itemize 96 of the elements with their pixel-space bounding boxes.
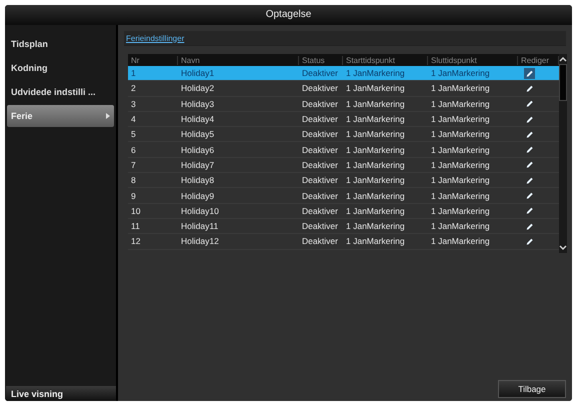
table-row[interactable]: 12 Holiday12 Deaktiver 1 JanMarkering 1 JanMarkering — [128, 234, 559, 250]
table-cell-text: Holiday4 — [180, 114, 216, 124]
table-cell-text: Holiday6 — [180, 144, 216, 155]
table-cell-text: 1 JanMarkering — [430, 68, 491, 78]
table-cell-text: Deaktiver — [301, 129, 339, 140]
table-cell-text: 1 JanMarkering — [345, 83, 406, 94]
table-cell-text: 1 JanMarkering — [345, 160, 406, 170]
sidebar-item[interactable]: Udvidede indstilli ... — [7, 81, 114, 103]
table-cell-text: 1 JanMarkering — [345, 221, 406, 232]
table-cell-text: Holiday3 — [180, 98, 216, 109]
tab[interactable]: Ferieindstillinger — [124, 31, 186, 45]
table-cell-text: 1 JanMarkering — [430, 114, 491, 124]
table-cell-text: Deaktiver — [301, 206, 339, 216]
back-button[interactable]: Tilbage — [498, 380, 566, 398]
table-cell-text: Holiday9 — [180, 190, 216, 201]
window-title: Optagelse — [5, 5, 572, 25]
table-cell-text: 1 JanMarkering — [430, 98, 491, 109]
table-cell-text: Deaktiver — [301, 68, 339, 78]
table-row[interactable]: 7 Holiday7 Deaktiver 1 JanMarkering 1 JanMarkering — [128, 158, 559, 174]
column-header: Status — [299, 56, 343, 64]
table-row[interactable]: 5 Holiday5 Deaktiver 1 JanMarkering 1 JanMarkering — [128, 127, 559, 142]
table-row[interactable]: 10 Holiday10 Deaktiver 1 JanMarkering 1 JanMarkering — [128, 204, 559, 219]
table-cell-text: 1 JanMarkering — [430, 190, 491, 201]
column-header: Starttidspunkt — [343, 56, 428, 64]
scrollbar[interactable] — [559, 54, 567, 253]
table-cell-text: 6 — [130, 144, 137, 155]
edit-icon[interactable] — [524, 68, 535, 79]
table-cell-text: Holiday7 — [180, 160, 216, 170]
table-cell-text: Deaktiver — [301, 83, 339, 94]
table-cell-text: 1 JanMarkering — [345, 206, 406, 216]
table-cell-text: Deaktiver — [301, 114, 339, 124]
table-cell-text: 1 JanMarkering — [345, 114, 406, 124]
table-cell-text: 1 JanMarkering — [345, 236, 406, 246]
table-cell-text: 1 JanMarkering — [430, 236, 491, 246]
table-cell-text: Holiday10 — [180, 206, 220, 216]
table-cell-text: 11 — [130, 221, 141, 232]
table-cell-text: 1 JanMarkering — [430, 221, 491, 232]
edit-icon[interactable] — [524, 190, 535, 202]
table-row[interactable]: 8 Holiday8 Deaktiver 1 JanMarkering 1 JanMarkering — [128, 173, 559, 188]
edit-icon[interactable] — [524, 144, 535, 156]
table-cell-text: Deaktiver — [301, 221, 339, 232]
live-view-button[interactable]: Live visning — [6, 386, 116, 401]
table-cell-text: 1 JanMarkering — [345, 129, 406, 140]
table-cell-text: 8 — [130, 175, 137, 186]
table-cell-text: 1 JanMarkering — [430, 175, 491, 186]
sidebar-item[interactable]: Kodning — [7, 57, 114, 79]
sidebar-item[interactable]: Tidsplan — [7, 33, 114, 55]
table-cell-text: Holiday12 — [180, 236, 220, 246]
scroll-thumb[interactable] — [559, 64, 567, 101]
table-row[interactable]: 11 Holiday11 Deaktiver 1 JanMarkering 1 JanMarkering — [128, 218, 559, 234]
scroll-up-icon[interactable] — [559, 56, 567, 62]
edit-icon[interactable] — [524, 205, 535, 216]
table-cell-text: Holiday8 — [180, 175, 216, 186]
table-row[interactable]: 4 Holiday4 Deaktiver 1 JanMarkering 1 JanMarkering — [128, 112, 559, 128]
table-cell-text: 1 JanMarkering — [345, 144, 406, 155]
table-cell-text: Deaktiver — [301, 98, 339, 109]
table-cell-text: 1 JanMarkering — [345, 98, 406, 109]
table-cell-text: 1 JanMarkering — [430, 144, 491, 155]
table-cell-text: 2 — [130, 83, 137, 94]
column-header: Nr — [128, 56, 178, 64]
column-header: Navn — [178, 56, 299, 64]
table-cell-text: 1 JanMarkering — [430, 83, 491, 94]
column-header: Sluttidspunkt — [428, 56, 518, 64]
table-cell-text: Deaktiver — [301, 160, 339, 170]
table-cell-text: 5 — [130, 129, 137, 140]
table-cell-text: Holiday11 — [180, 221, 220, 232]
sidebar-item[interactable]: Ferie — [7, 105, 114, 127]
table-cell-text: Deaktiver — [301, 190, 339, 201]
scroll-down-icon[interactable] — [559, 244, 567, 251]
table-cell-text: 10 — [130, 206, 142, 216]
table-cell-text: 9 — [130, 190, 137, 201]
table-cell-text: 4 — [130, 114, 137, 124]
table-cell-text: 1 JanMarkering — [430, 129, 491, 140]
table-cell-text: 3 — [130, 98, 137, 109]
table-cell-text: Holiday5 — [180, 129, 216, 140]
table-row[interactable]: 3 Holiday3 Deaktiver 1 JanMarkering 1 JanMarkering — [128, 96, 559, 112]
edit-icon[interactable] — [524, 98, 535, 110]
table-cell-text: Deaktiver — [301, 236, 339, 246]
table-cell-text: 1 JanMarkering — [345, 175, 406, 186]
table-cell-text: 12 — [130, 236, 142, 246]
table-cell-text: Holiday2 — [180, 83, 216, 94]
table-cell-text: Deaktiver — [301, 175, 339, 186]
table-cell-text: 1 JanMarkering — [430, 206, 491, 216]
arrow-icon — [106, 113, 110, 119]
table-row[interactable]: 2 Holiday2 Deaktiver 1 JanMarkering 1 JanMarkering — [128, 81, 559, 97]
table-row[interactable]: 9 Holiday9 Deaktiver 1 JanMarkering 1 JanMarkering — [128, 188, 559, 204]
table-cell-text: 1 JanMarkering — [345, 68, 406, 78]
edit-icon[interactable] — [524, 159, 535, 170]
table-cell-text: 1 JanMarkering — [430, 160, 491, 170]
table-cell-text: Holiday1 — [180, 68, 216, 78]
table-cell-text: 1 — [130, 68, 137, 78]
table-cell-text: Deaktiver — [301, 144, 339, 155]
table-row[interactable]: 1 Holiday1 Deaktiver 1 JanMarkering 1 JanMarkering — [128, 66, 559, 82]
table-cell-text: 7 — [130, 160, 137, 170]
table-row[interactable]: 6 Holiday6 Deaktiver 1 JanMarkering 1 JanMarkering — [128, 142, 559, 158]
table-cell-text: 1 JanMarkering — [345, 190, 406, 201]
